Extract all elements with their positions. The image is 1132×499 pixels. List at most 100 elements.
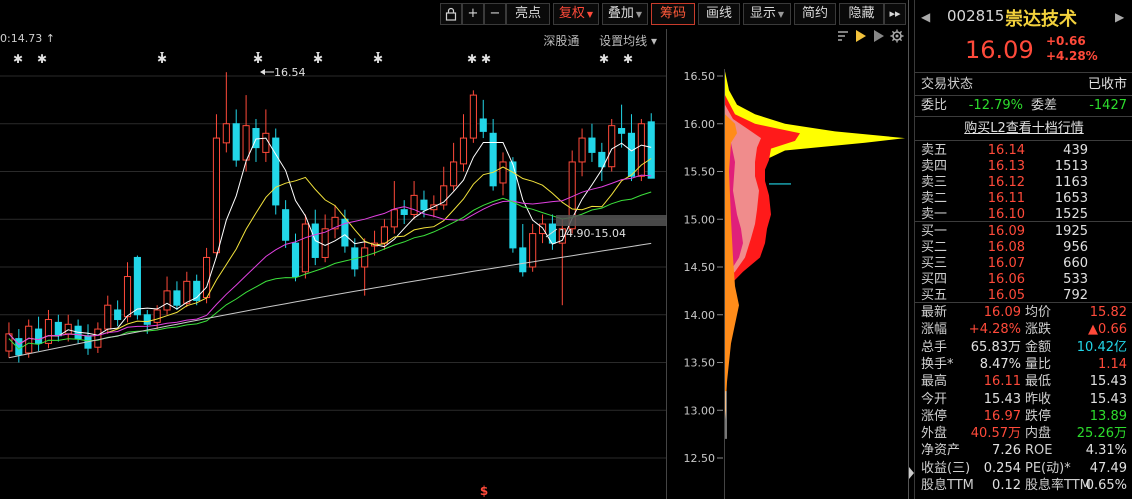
- stat-value: 0.65%: [1085, 478, 1127, 493]
- next-stock-icon[interactable]: ▶: [1115, 10, 1124, 24]
- chip-grey-icon[interactable]: [873, 29, 885, 47]
- stat-label: 外盘: [921, 426, 948, 442]
- stock-code: 002815: [947, 7, 1005, 25]
- candle: [519, 224, 527, 277]
- candle: [114, 300, 122, 327]
- chip-yellow-icon[interactable]: [854, 29, 868, 47]
- candle-body: [459, 137, 468, 165]
- stat-row: 股息TTM 0.12 股息率TTM 0.65%: [915, 477, 1132, 495]
- candle-body: [173, 290, 181, 306]
- chip-mode-icon[interactable]: [837, 29, 849, 47]
- stat-value: 16.11: [983, 374, 1021, 390]
- candle: [499, 152, 507, 196]
- candle-body: [420, 199, 428, 211]
- stat-value: ▲0.66: [1088, 322, 1127, 338]
- candle-body: [647, 121, 655, 179]
- ma-settings-link[interactable]: 设置均线 ▾: [599, 34, 657, 48]
- chevron-down-icon: ▼: [777, 10, 785, 19]
- candle: [598, 142, 606, 182]
- candle: [35, 316, 43, 352]
- candle: [410, 181, 418, 220]
- hk-connect-link[interactable]: 深股通: [543, 34, 579, 48]
- candle: [262, 109, 270, 162]
- candle-body: [272, 137, 280, 206]
- divider: [915, 302, 1132, 303]
- price-tick-label: 15.00: [684, 213, 716, 226]
- stat-row: 收益(三) 0.254 PE(动)* 47.49: [915, 460, 1132, 478]
- stat-label: 涨跌: [1025, 322, 1052, 338]
- candle: [647, 113, 655, 179]
- price-tick-label: 16.00: [684, 118, 716, 131]
- stat-row: 涨停 16.97 跌停 13.89: [915, 408, 1132, 426]
- ma60-line: [8, 242, 652, 359]
- prev-stock-icon[interactable]: ◀: [921, 10, 930, 24]
- candle-body: [222, 123, 230, 144]
- more-icon[interactable]: ▸▸: [884, 3, 906, 25]
- candle: [479, 99, 487, 139]
- zoom-out-icon[interactable]: −: [484, 3, 506, 25]
- kline-chart[interactable]: ✱ ✱ ✱ ✱ ✱ ✱ ✱ ✱ ✱ ✱ 16.54 14.90-15.04 $ 0:14.73 ↑ 深股…: [0, 29, 667, 499]
- candle-body: [637, 123, 645, 177]
- candle: [588, 123, 596, 162]
- stat-value: 15.43: [1089, 391, 1127, 407]
- candle-body: [578, 137, 586, 163]
- gear-icon[interactable]: [890, 29, 904, 47]
- chip-icons: [837, 29, 904, 47]
- zoom-in-icon[interactable]: +: [462, 3, 484, 25]
- simple-button[interactable]: 简约: [794, 3, 836, 25]
- event-star-icon: ✱: [481, 52, 491, 66]
- candle-body: [212, 137, 221, 254]
- price-tick-label: 14.50: [684, 261, 716, 274]
- stat-row: 净资产 7.26 ROE 4.31%: [915, 442, 1132, 460]
- stat-label: 金额: [1025, 339, 1052, 355]
- l2-link[interactable]: 购买L2查看十档行情: [964, 121, 1084, 136]
- candle-body: [54, 321, 62, 337]
- stat-label: 量比: [1025, 356, 1052, 372]
- stock-name: 崇达技术: [1005, 9, 1077, 30]
- draw-line-button[interactable]: 画线: [698, 3, 740, 25]
- stat-label: 最高: [921, 374, 948, 390]
- candle: [282, 200, 290, 248]
- candle-body: [499, 161, 507, 184]
- candle-body: [262, 132, 270, 153]
- stat-value: 1.14: [1098, 356, 1127, 372]
- highlights-button[interactable]: 亮点: [506, 3, 550, 25]
- stat-label: PE(动)*: [1025, 460, 1071, 476]
- candle: [163, 276, 171, 315]
- candle: [123, 262, 132, 323]
- candle: [44, 309, 53, 349]
- stat-value: 40.57万: [970, 426, 1021, 442]
- candle: [84, 324, 92, 355]
- overlay-button[interactable]: 叠加 ▼: [602, 3, 648, 25]
- candle-body: [104, 304, 112, 330]
- dividend-marker-icon: $: [480, 484, 488, 498]
- candle: [459, 114, 468, 172]
- event-star-icon: ✱: [599, 52, 609, 66]
- adjust-button[interactable]: 复权 ▼: [553, 3, 599, 25]
- stat-row: 总手 65.83万 金额 10.42亿: [915, 339, 1132, 357]
- stat-value: 25.26万: [1076, 426, 1127, 442]
- chevron-down-icon: ▼: [635, 10, 643, 19]
- hide-button[interactable]: 隐藏: [839, 3, 884, 25]
- candle-body: [242, 125, 250, 161]
- stat-label: 今开: [921, 391, 948, 407]
- chips-button[interactable]: 筹码: [651, 3, 695, 25]
- stat-value: 0.12: [992, 478, 1021, 493]
- display-button[interactable]: 显示 ▼: [743, 3, 791, 25]
- quote-header: ◀ 002815 崇达技术 ▶ 16.09 +0.66 +4.28%: [915, 0, 1132, 70]
- candle: [252, 118, 260, 162]
- stat-value: 15.43: [1089, 374, 1127, 390]
- candle: [212, 114, 221, 258]
- candle: [608, 118, 616, 172]
- stat-row: 涨幅 +4.28% 涨跌 ▲0.66: [915, 321, 1132, 339]
- lock-icon[interactable]: [440, 3, 462, 25]
- candle: [361, 238, 369, 296]
- candle: [341, 209, 349, 253]
- candle-body: [588, 137, 596, 153]
- candle-body: [153, 309, 161, 323]
- candle-body: [203, 256, 211, 299]
- chip-distribution-svg: 16.50 16.00 15.50 15.00 14.50 14.00 13.50 13.00…: [684, 69, 905, 499]
- stat-value: 15.82: [1089, 305, 1127, 320]
- stat-value: 8.47%: [979, 356, 1021, 372]
- candle-body: [183, 280, 191, 304]
